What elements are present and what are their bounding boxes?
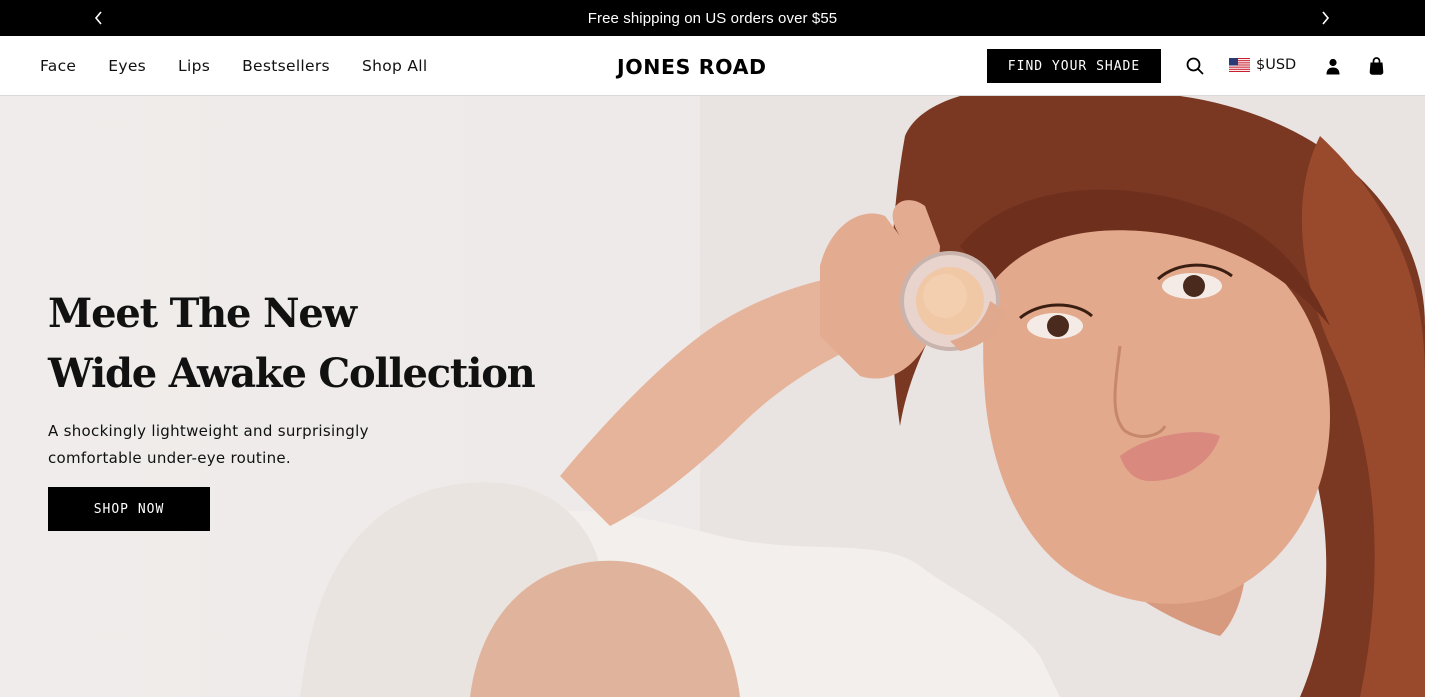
site-header: Face Eyes Lips Bestsellers Shop All JONE… [0, 36, 1425, 96]
page-gutter [1425, 0, 1440, 697]
chevron-right-icon [1322, 11, 1330, 25]
main-nav: Face Eyes Lips Bestsellers Shop All [40, 36, 459, 95]
find-your-shade-button[interactable]: FIND YOUR SHADE [987, 49, 1161, 83]
brand-logo[interactable]: JONES ROAD [617, 55, 809, 79]
nav-link-lips[interactable]: Lips [178, 57, 210, 75]
hero-title-line-2: Wide Awake Collection [48, 350, 536, 397]
hero-subtitle: A shockingly lightweight and surprisingl… [48, 418, 428, 472]
cart-button[interactable] [1365, 54, 1387, 78]
announcement-next-button[interactable] [1313, 6, 1337, 30]
us-flag-icon [1229, 58, 1250, 72]
announcement-text: Free shipping on US orders over $55 [587, 9, 838, 27]
nav-link-face[interactable]: Face [40, 57, 76, 75]
announcement-bar: Free shipping on US orders over $55 [0, 0, 1425, 36]
search-icon [1186, 57, 1204, 75]
chevron-left-icon [94, 11, 102, 25]
hero-subtitle-line-2: comfortable under-eye routine. [48, 449, 291, 467]
nav-link-shop-all[interactable]: Shop All [362, 57, 428, 75]
hero-banner: Meet The New Wide Awake Collection A sho… [0, 96, 1425, 697]
nav-link-eyes[interactable]: Eyes [108, 57, 146, 75]
hero-subtitle-line-1: A shockingly lightweight and surprisingl… [48, 422, 369, 440]
nav-link-bestsellers[interactable]: Bestsellers [242, 57, 330, 75]
account-button[interactable] [1322, 55, 1344, 77]
announcement-prev-button[interactable] [87, 6, 111, 30]
hero-title-line-1: Meet The New [48, 290, 357, 337]
bag-icon [1369, 57, 1383, 75]
hero-title: Meet The New Wide Awake Collection [48, 284, 568, 404]
shop-now-button[interactable]: SHOP NOW [48, 487, 210, 531]
currency-selector[interactable]: $USD [1229, 54, 1296, 76]
search-button[interactable] [1184, 55, 1206, 77]
currency-label: $USD [1256, 57, 1297, 73]
account-icon [1326, 58, 1340, 74]
